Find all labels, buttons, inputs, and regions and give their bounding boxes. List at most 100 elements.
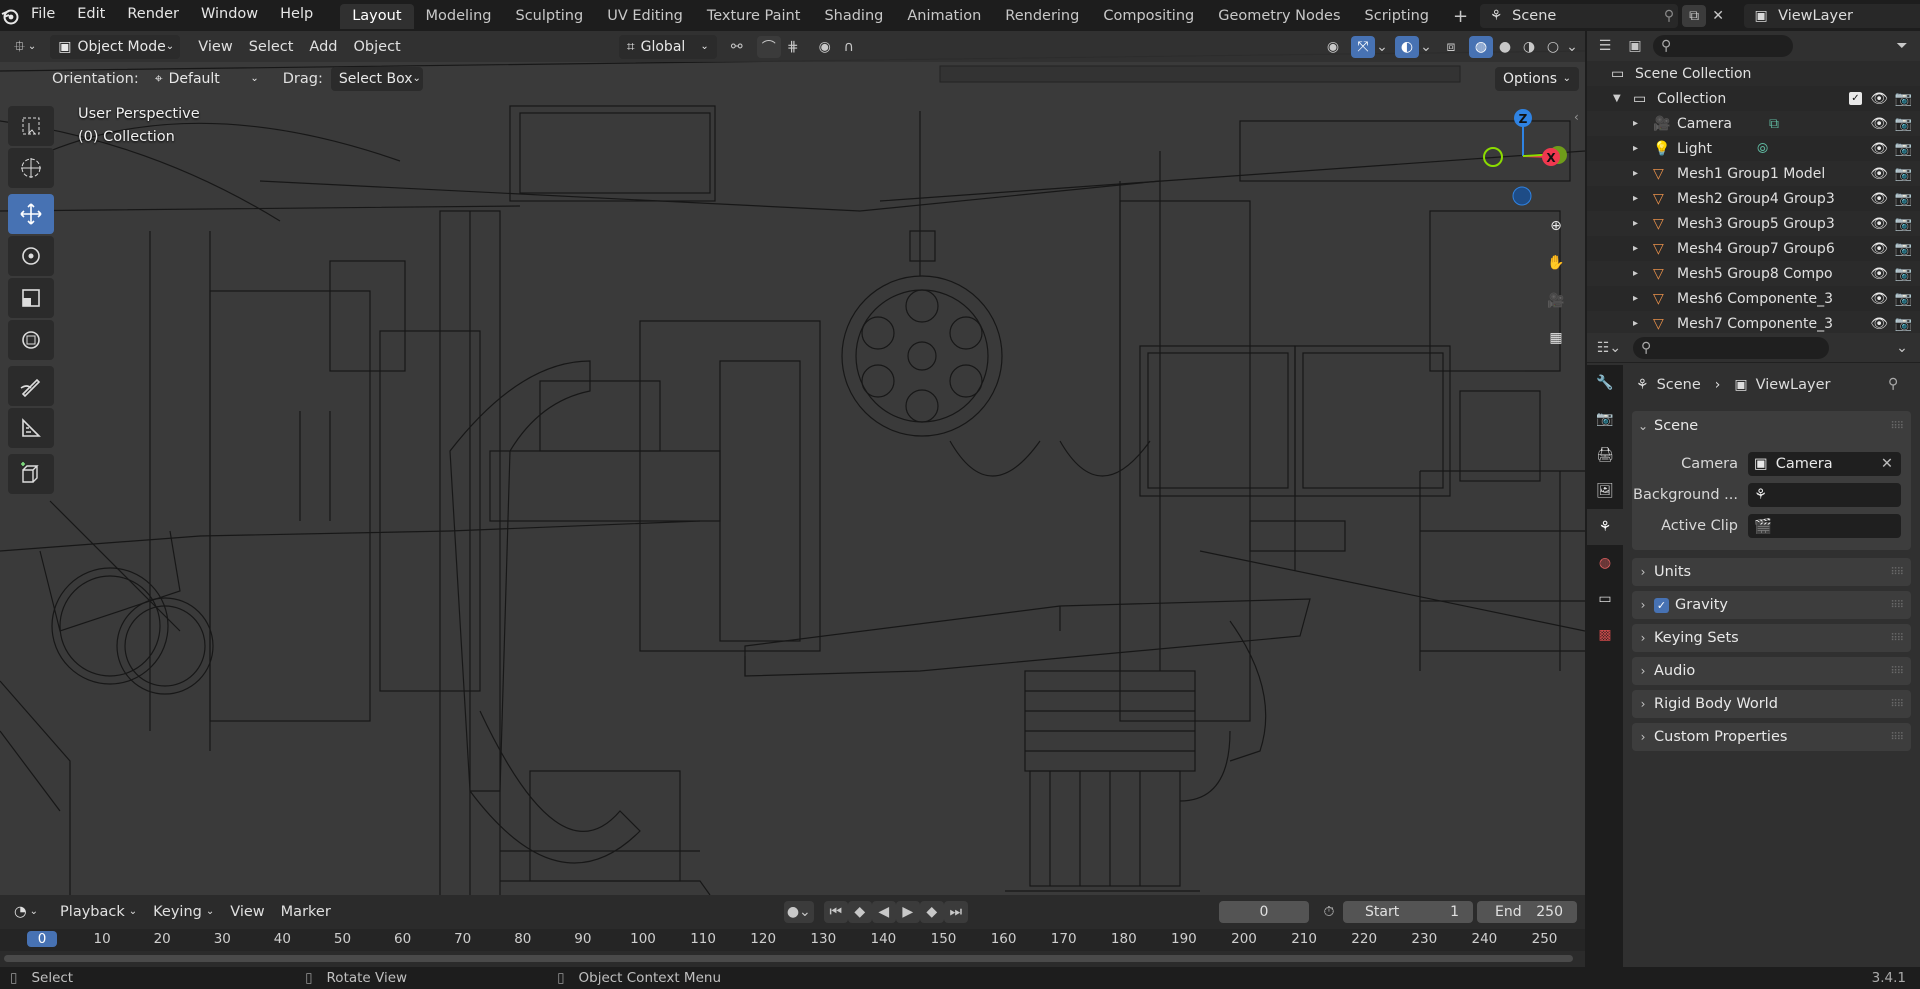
- render-tab-icon[interactable]: 📷: [1587, 401, 1623, 437]
- perspective-grid-icon[interactable]: ▦: [1540, 322, 1572, 354]
- overlays-toggle-icon[interactable]: ◐: [1395, 35, 1419, 58]
- camera-view-icon[interactable]: 🎥: [1540, 285, 1572, 317]
- panel-gravity[interactable]: › ✓ Gravity ⠿⠿: [1632, 591, 1911, 619]
- visibility-eye-icon[interactable]: 👁: [1870, 91, 1888, 107]
- drag-handle-icon[interactable]: ⠿⠿: [1890, 732, 1904, 743]
- timeline-menu-view[interactable]: View: [222, 900, 272, 924]
- render-camera-icon[interactable]: 📷: [1895, 191, 1912, 207]
- expand-arrow-icon[interactable]: ▸: [1633, 168, 1638, 179]
- panel-custom-properties[interactable]: › Custom Properties ⠿⠿: [1632, 723, 1911, 751]
- start-frame-field[interactable]: Start 1: [1343, 901, 1473, 923]
- workspace-tab-shading[interactable]: Shading: [812, 4, 895, 29]
- play-icon[interactable]: ▶: [895, 901, 920, 923]
- add-cube-tool-icon[interactable]: [8, 454, 54, 494]
- measure-tool-icon[interactable]: [8, 408, 54, 448]
- outliner-item-mesh[interactable]: ▸ ▽ Mesh3 Group5 Group3 👁 📷: [1587, 211, 1920, 236]
- visibility-icon[interactable]: ◉: [1321, 36, 1345, 58]
- drag-handle-icon[interactable]: ⠿⠿: [1890, 567, 1904, 578]
- play-reverse-icon[interactable]: ◀: [871, 901, 896, 923]
- new-scene-button[interactable]: ⧉: [1682, 4, 1707, 27]
- menu-file[interactable]: File: [20, 0, 66, 31]
- visibility-eye-icon[interactable]: 👁: [1870, 291, 1888, 307]
- menu-help[interactable]: Help: [269, 0, 324, 31]
- workspace-tab-animation[interactable]: Animation: [895, 4, 993, 29]
- rotate-tool-icon[interactable]: [8, 236, 54, 276]
- viewport-menu-view[interactable]: View: [190, 35, 240, 59]
- zoom-icon[interactable]: ⊕: [1540, 210, 1572, 242]
- drag-handle-icon[interactable]: ⠿⠿: [1890, 666, 1904, 677]
- background-field[interactable]: ⚘: [1748, 483, 1901, 507]
- expand-arrow-icon[interactable]: ▸: [1633, 143, 1638, 154]
- workspace-tab-compositing[interactable]: Compositing: [1091, 4, 1206, 29]
- falloff-icon[interactable]: ∩: [837, 36, 861, 58]
- timeline-scrollbar[interactable]: [0, 951, 1585, 967]
- material-shading-icon[interactable]: ◑: [1517, 36, 1541, 58]
- delete-scene-button[interactable]: ✕: [1706, 5, 1730, 27]
- drag-handle-icon[interactable]: ⠿⠿: [1890, 699, 1904, 710]
- drag-handle-icon[interactable]: ⠿⠿: [1890, 633, 1904, 644]
- properties-search-field[interactable]: ⚲: [1633, 336, 1829, 359]
- pan-hand-icon[interactable]: ✋: [1540, 247, 1572, 279]
- render-camera-icon[interactable]: 📷: [1895, 316, 1912, 332]
- outliner-collection[interactable]: ▼ ▭ Collection ✓ 👁 📷: [1587, 86, 1920, 111]
- neg-z-axis-handle[interactable]: [1512, 186, 1532, 206]
- blender-logo-icon[interactable]: [0, 0, 20, 31]
- menu-render[interactable]: Render: [116, 0, 190, 31]
- expand-arrow-icon[interactable]: ▸: [1633, 268, 1638, 279]
- annotate-tool-icon[interactable]: [8, 366, 54, 406]
- scene-tab-icon[interactable]: ⚘: [1587, 509, 1623, 545]
- drag-handle-icon[interactable]: ⠿⠿: [1890, 600, 1904, 611]
- transform-tool-icon[interactable]: [8, 320, 54, 360]
- pivot-point-icon[interactable]: ⚯: [725, 36, 749, 58]
- render-camera-icon[interactable]: 📷: [1895, 166, 1912, 182]
- visibility-eye-icon[interactable]: 👁: [1870, 166, 1888, 182]
- expand-arrow-icon[interactable]: ▸: [1633, 243, 1638, 254]
- render-camera-icon[interactable]: 📷: [1895, 216, 1912, 232]
- visibility-eye-icon[interactable]: 👁: [1870, 316, 1888, 332]
- filter-icon[interactable]: ⏷: [1890, 35, 1914, 57]
- view-layer-tab-icon[interactable]: 🖼: [1587, 473, 1623, 509]
- output-tab-icon[interactable]: 🖨: [1587, 437, 1623, 473]
- cursor-tool-icon[interactable]: [8, 148, 54, 188]
- visibility-eye-icon[interactable]: 👁: [1870, 116, 1888, 132]
- properties-options-icon[interactable]: ⌄: [1890, 337, 1914, 359]
- stopwatch-icon[interactable]: ⏱: [1317, 901, 1341, 923]
- viewport-menu-add[interactable]: Add: [301, 35, 345, 59]
- outliner-editor-type-icon[interactable]: ☰: [1593, 35, 1617, 57]
- collection-tab-icon[interactable]: ▭: [1587, 581, 1623, 617]
- visibility-eye-icon[interactable]: 👁: [1870, 266, 1888, 282]
- orientation-dropdown[interactable]: ⌖ Default ⌄: [147, 67, 267, 91]
- camera-field[interactable]: ▣ Camera ✕: [1748, 452, 1901, 476]
- panel-audio[interactable]: › Audio ⠿⠿: [1632, 657, 1911, 685]
- snap-target-icon[interactable]: ⋕: [781, 36, 805, 58]
- outliner-item-mesh[interactable]: ▸ ▽ Mesh4 Group7 Group6 👁 📷: [1587, 236, 1920, 261]
- expand-arrow-icon[interactable]: ▸: [1633, 318, 1638, 329]
- collapse-region-icon[interactable]: ‹: [1574, 110, 1579, 124]
- workspace-tab-geometry-nodes[interactable]: Geometry Nodes: [1206, 4, 1352, 29]
- timeline-menu-keying[interactable]: Keying ⌄: [145, 900, 222, 924]
- render-camera-icon[interactable]: 📷: [1895, 141, 1912, 157]
- gizmo-toggle-icon[interactable]: ⤧: [1351, 35, 1375, 58]
- workspace-tab-scripting[interactable]: Scripting: [1353, 4, 1441, 29]
- drag-handle-icon[interactable]: ⠿⠿: [1890, 421, 1904, 432]
- expand-arrow-icon[interactable]: ▸: [1633, 118, 1638, 129]
- viewlayer-selector[interactable]: ▣ ViewLayer: [1744, 3, 1920, 28]
- solid-shading-icon[interactable]: ●: [1493, 36, 1517, 58]
- render-camera-icon[interactable]: 📷: [1895, 116, 1912, 132]
- keyframe-record-icon[interactable]: ●⌄: [783, 901, 814, 923]
- visibility-eye-icon[interactable]: 👁: [1870, 241, 1888, 257]
- overlays-chevron-icon[interactable]: ⌄: [1419, 36, 1433, 58]
- timeline-menu-marker[interactable]: Marker: [273, 900, 339, 924]
- add-workspace-button[interactable]: +: [1441, 4, 1480, 29]
- editor-type-button[interactable]: ⯐ ⌄: [6, 35, 44, 59]
- snap-icon[interactable]: ⌒: [756, 35, 781, 58]
- menu-edit[interactable]: Edit: [66, 0, 116, 31]
- outliner-scene-collection[interactable]: ▭ Scene Collection: [1587, 61, 1920, 86]
- workspace-tab-rendering[interactable]: Rendering: [993, 4, 1091, 29]
- next-keyframe-icon[interactable]: ◆: [919, 901, 944, 923]
- workspace-tab-texture-paint[interactable]: Texture Paint: [695, 4, 813, 29]
- timeline-editor-type-button[interactable]: ◔ ⌄: [6, 900, 46, 924]
- menu-window[interactable]: Window: [190, 0, 269, 31]
- render-camera-icon[interactable]: 📷: [1895, 241, 1912, 257]
- frame-ruler[interactable]: 0 10 20 30 40 50 60 70 80 90 100 110 120 130 140 150 160…: [0, 929, 1585, 951]
